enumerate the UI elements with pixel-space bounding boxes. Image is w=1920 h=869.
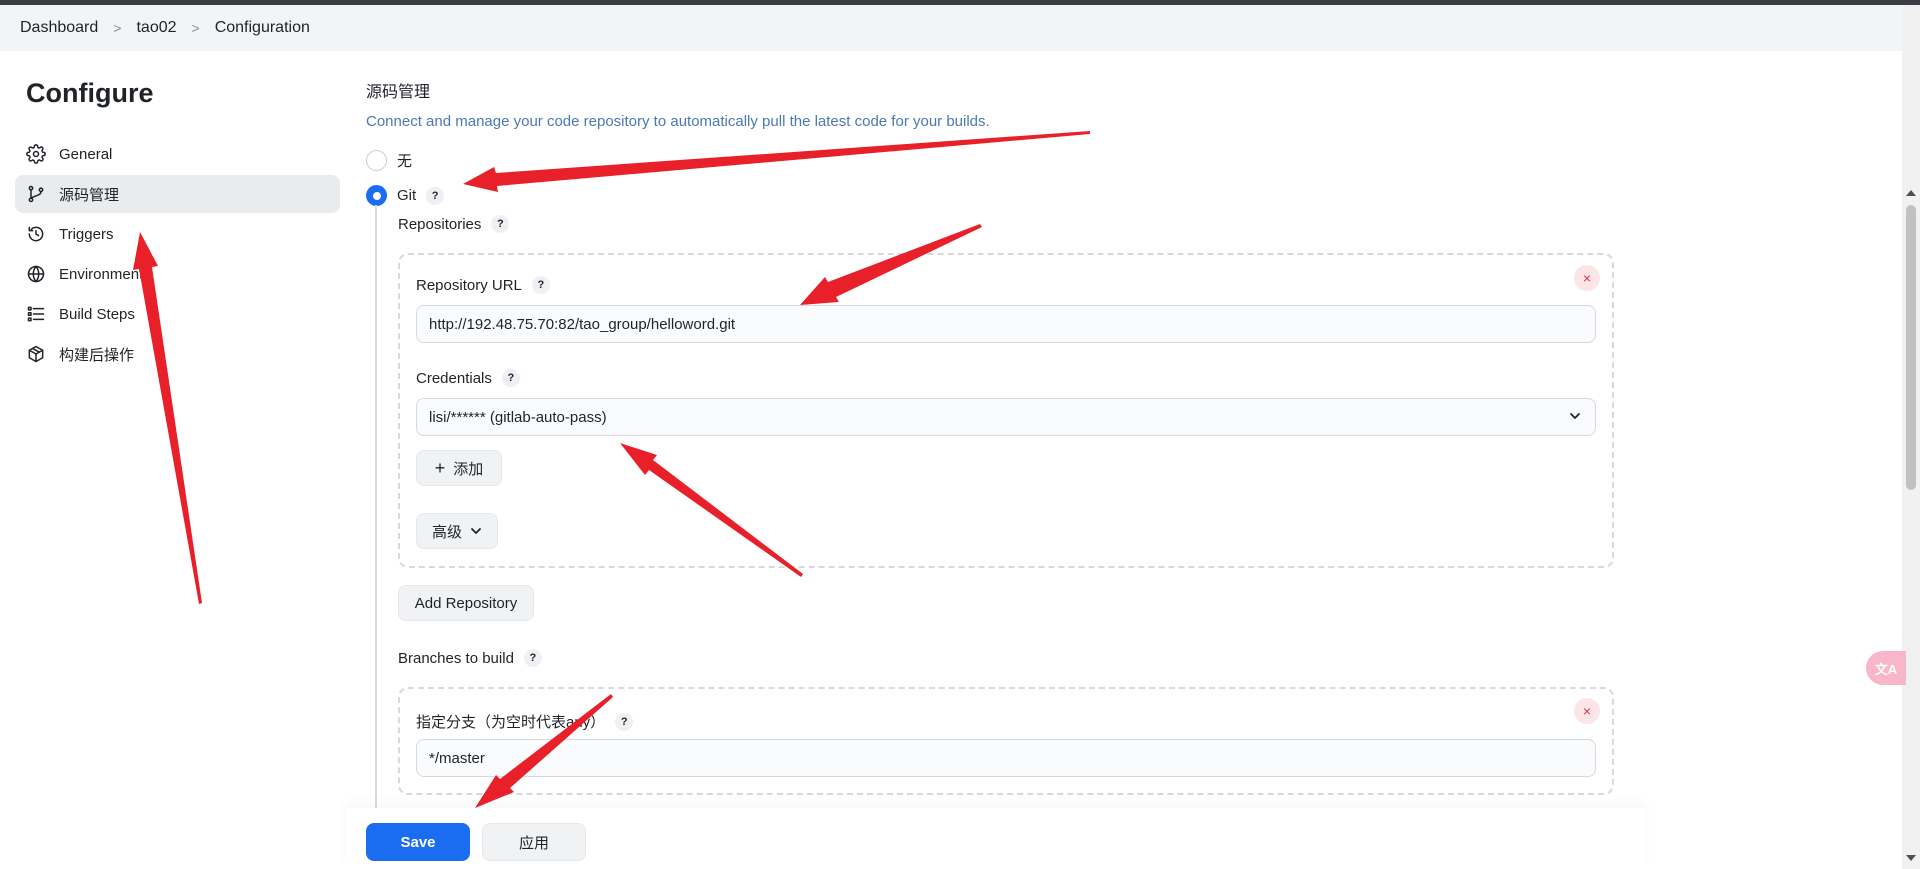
help-icon[interactable]: ?	[531, 276, 550, 294]
sidebar-item-label: Triggers	[59, 225, 114, 243]
radio-none[interactable]	[366, 150, 387, 171]
add-repository-button[interactable]: Add Repository	[398, 585, 534, 621]
sidebar-item-label: Environment	[59, 265, 144, 283]
breadcrumb-configuration[interactable]: Configuration	[213, 19, 312, 37]
breadcrumb-separator: >	[113, 20, 122, 36]
breadcrumb-dashboard[interactable]: Dashboard	[18, 19, 100, 37]
chevron-down-icon	[1570, 413, 1580, 419]
gear-icon	[25, 143, 47, 165]
repository-url-input[interactable]: http://192.48.75.70:82/tao_group/hellowo…	[416, 305, 1596, 343]
translate-icon[interactable]: 文A	[1866, 651, 1906, 685]
help-icon[interactable]: ?	[615, 712, 634, 731]
branch-specifier-label-text: 指定分支（为空时代表any）	[416, 714, 606, 731]
branch-specifier-input[interactable]: */master	[416, 739, 1596, 777]
sidebar-item-label: General	[59, 145, 113, 163]
repository-url-value: http://192.48.75.70:82/tao_group/hellowo…	[429, 315, 736, 333]
scrollbar-thumb[interactable]	[1906, 205, 1916, 490]
credentials-select[interactable]: lisi/****** (gitlab-auto-pass)	[416, 398, 1596, 436]
breadcrumb-separator: >	[191, 20, 200, 36]
sidebar-item-scm[interactable]: 源码管理	[15, 175, 340, 213]
page-title: Configure	[26, 78, 154, 108]
scm-option-none[interactable]: 无	[366, 150, 412, 171]
git-branch-icon	[25, 183, 47, 205]
scroll-up-arrow-icon[interactable]	[1906, 190, 1916, 196]
credentials-selected-value: lisi/****** (gitlab-auto-pass)	[429, 408, 607, 426]
add-repository-label: Add Repository	[414, 594, 518, 612]
apply-button[interactable]: 应用	[482, 823, 586, 861]
radio-none-label: 无	[397, 153, 413, 170]
repositories-label: Repositories ?	[398, 215, 510, 233]
radio-git[interactable]	[366, 185, 387, 206]
sidebar-item-label: 构建后操作	[59, 346, 135, 364]
section-description: Connect and manage your code repository …	[366, 113, 990, 130]
chevron-down-icon	[471, 528, 481, 534]
branches-label-text: Branches to build	[398, 649, 514, 667]
credentials-label: Credentials ?	[416, 369, 520, 387]
git-options-indent-line	[375, 205, 377, 810]
sidebar-item-general[interactable]: General	[15, 135, 340, 173]
sidebar-item-label: 源码管理	[59, 186, 120, 204]
help-icon[interactable]: ?	[491, 215, 510, 233]
save-button[interactable]: Save	[366, 823, 470, 861]
repositories-label-text: Repositories	[398, 215, 482, 233]
help-icon[interactable]: ?	[523, 649, 542, 667]
radio-git-label: Git	[397, 187, 417, 204]
branch-specifier-label: 指定分支（为空时代表any） ?	[416, 711, 634, 732]
repository-url-label-text: Repository URL	[416, 276, 522, 294]
sidebar-nav: General 源码管理 Triggers Environment Build …	[15, 135, 340, 375]
add-credentials-button[interactable]: + 添加	[416, 450, 502, 486]
help-icon[interactable]: ?	[501, 369, 520, 387]
scroll-down-arrow-icon[interactable]	[1906, 855, 1916, 861]
plus-icon: +	[434, 457, 446, 478]
clock-icon	[25, 223, 47, 245]
scm-option-git[interactable]: Git ?	[366, 185, 445, 206]
package-icon	[25, 343, 47, 365]
sidebar-item-triggers[interactable]: Triggers	[15, 215, 340, 253]
sidebar-item-build-steps[interactable]: Build Steps	[15, 295, 340, 333]
repository-url-label: Repository URL ?	[416, 276, 550, 294]
breadcrumb-job[interactable]: tao02	[134, 19, 178, 37]
breadcrumb: Dashboard > tao02 > Configuration	[0, 5, 1902, 51]
sidebar-item-environment[interactable]: Environment	[15, 255, 340, 293]
add-credentials-label: 添加	[453, 460, 484, 478]
remove-repository-button[interactable]: ×	[1574, 265, 1600, 291]
sidebar-item-label: Build Steps	[59, 305, 135, 323]
advanced-label: 高级	[431, 523, 462, 541]
credentials-label-text: Credentials	[416, 369, 492, 387]
annotation-arrow	[463, 131, 1090, 192]
remove-branch-button[interactable]: ×	[1574, 698, 1600, 724]
list-icon	[25, 303, 47, 325]
section-title-scm: 源码管理	[366, 84, 431, 101]
branches-label: Branches to build ?	[398, 649, 542, 667]
help-icon[interactable]: ?	[426, 186, 445, 205]
globe-icon	[25, 263, 47, 285]
sidebar-item-post-build[interactable]: 构建后操作	[15, 335, 340, 373]
advanced-button[interactable]: 高级	[416, 513, 498, 549]
branch-specifier-value: */master	[429, 749, 485, 767]
